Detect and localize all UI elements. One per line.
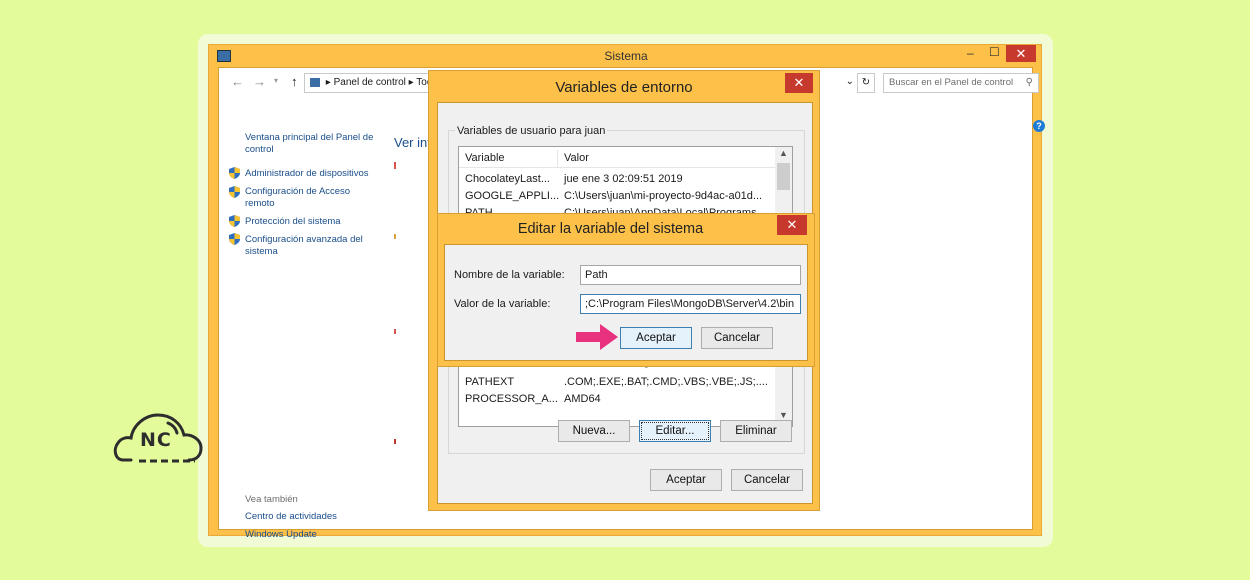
sidebar-item-remote-access[interactable]: Configuración de Acceso remoto <box>245 186 360 210</box>
dialog-title: Editar la variable del sistema <box>517 221 704 237</box>
user-variables-label: Variables de usuario para juan <box>455 125 608 137</box>
forward-icon[interactable]: → <box>253 74 266 89</box>
row-variable: PROCESSOR_A... <box>465 393 558 405</box>
control-panel-icon <box>310 77 320 87</box>
ok-button[interactable]: Aceptar <box>650 469 722 491</box>
scrollbar[interactable]: ▲ <box>775 147 792 215</box>
row-value: jue ene 3 02:09:51 2019 <box>564 173 683 185</box>
scroll-thumb[interactable] <box>777 163 790 190</box>
breadcrumb-item[interactable]: Panel de control <box>334 77 406 88</box>
edit-button[interactable]: Editar... <box>639 420 711 442</box>
sidebar-home-link[interactable]: Ventana principal del Panel de control <box>245 132 380 156</box>
row-value: C:\Users\juan\mi-proyecto-9d4ac-a01d... <box>564 190 763 202</box>
dialog-body: Nombre de la variable: Path Valor de la … <box>444 244 808 361</box>
shield-icon <box>229 167 240 179</box>
cancel-button[interactable]: Cancelar <box>731 469 803 491</box>
variable-value-label: Valor de la variable: <box>454 298 551 310</box>
shield-icon <box>229 215 240 227</box>
shield-icon <box>229 186 240 198</box>
variable-name-field[interactable]: Path <box>580 265 801 285</box>
close-button[interactable]: ✕ <box>777 215 807 235</box>
search-icon: ⚲ <box>1025 77 1033 88</box>
sidebar-item-device-manager[interactable]: Administrador de dispositivos <box>245 168 369 180</box>
see-also-label: Vea también <box>245 494 298 505</box>
delete-button[interactable]: Eliminar <box>720 420 792 442</box>
column-value[interactable]: Valor <box>564 150 589 167</box>
close-button[interactable]: ✕ <box>1006 45 1036 62</box>
row-variable: GOOGLE_APPLI... <box>465 190 560 202</box>
new-button[interactable]: Nueva... <box>558 420 630 442</box>
search-box[interactable]: Buscar en el Panel de control ⚲ <box>883 73 1039 93</box>
search-input[interactable]: Buscar en el Panel de control <box>889 77 1013 88</box>
column-header[interactable]: Variable Valor <box>459 150 775 168</box>
pointer-arrow-icon <box>576 324 618 350</box>
see-also-action-center[interactable]: Centro de actividades <box>245 511 337 523</box>
column-variable[interactable]: Variable <box>465 150 505 167</box>
sidebar-item-system-protection[interactable]: Protección del sistema <box>245 216 341 228</box>
close-button[interactable]: ✕ <box>785 73 813 93</box>
up-icon[interactable]: ↑ <box>291 74 298 89</box>
edit-system-variable-dialog: Editar la variable del sistema ✕ Nombre … <box>437 213 815 367</box>
maximize-button[interactable]: ☐ <box>989 45 1000 59</box>
table-row[interactable]: PROCESSOR_A... AMD64 <box>459 391 775 408</box>
column-divider <box>557 150 558 167</box>
variable-value-field[interactable]: ;C:\Program Files\MongoDB\Server\4.2\bin <box>580 294 801 314</box>
decorative-mark <box>394 439 396 444</box>
help-icon[interactable]: ? <box>1033 120 1045 132</box>
table-row[interactable]: PATHEXT .COM;.EXE;.BAT;.CMD;.VBS;.VBE;.J… <box>459 374 775 391</box>
decorative-mark <box>394 234 396 239</box>
sidebar-item-advanced-settings[interactable]: Configuración avanzada del sistema <box>245 234 370 258</box>
back-icon[interactable]: ← <box>231 74 244 89</box>
ok-button[interactable]: Aceptar <box>620 327 692 349</box>
dialog-title: Variables de entorno <box>555 79 693 96</box>
see-also-windows-update[interactable]: Windows Update <box>245 529 317 541</box>
minimize-button[interactable]: ‒ <box>967 46 974 60</box>
variable-name-label: Nombre de la variable: <box>454 269 565 281</box>
address-dropdown[interactable]: ⌄ <box>829 73 857 93</box>
decorative-mark <box>394 162 396 169</box>
logo-text: NC <box>140 429 172 451</box>
scroll-up-icon[interactable]: ▲ <box>779 148 788 158</box>
decorative-mark <box>394 329 396 334</box>
row-value: AMD64 <box>564 393 601 405</box>
nc-logo: NC <box>113 405 205 467</box>
row-variable: ChocolateyLast... <box>465 173 550 185</box>
row-variable: PATHEXT <box>465 376 515 388</box>
breadcrumb-separator-icon: ▸ <box>325 77 331 88</box>
chevron-down-icon: ⌄ <box>845 76 854 87</box>
refresh-icon: ↻ <box>861 77 871 88</box>
table-row[interactable]: GOOGLE_APPLI... C:\Users\juan\mi-proyect… <box>459 188 775 205</box>
window-title: Sistema <box>604 49 648 63</box>
breadcrumb-separator-icon: ▸ <box>408 77 414 88</box>
shield-icon <box>229 233 240 245</box>
address-bar[interactable]: ▸ Panel de control ▸ Tod <box>304 73 439 93</box>
history-dropdown-icon[interactable]: ▾ <box>274 76 278 85</box>
scroll-down-icon[interactable]: ▼ <box>779 410 788 420</box>
refresh-button[interactable]: ↻ <box>857 73 875 93</box>
row-value: .COM;.EXE;.BAT;.CMD;.VBS;.VBE;.JS;.... <box>564 376 768 388</box>
user-variables-list[interactable]: Variable Valor ChocolateyLast... jue ene… <box>458 146 793 216</box>
cancel-button[interactable]: Cancelar <box>701 327 773 349</box>
table-row[interactable]: ChocolateyLast... jue ene 3 02:09:51 201… <box>459 171 775 188</box>
